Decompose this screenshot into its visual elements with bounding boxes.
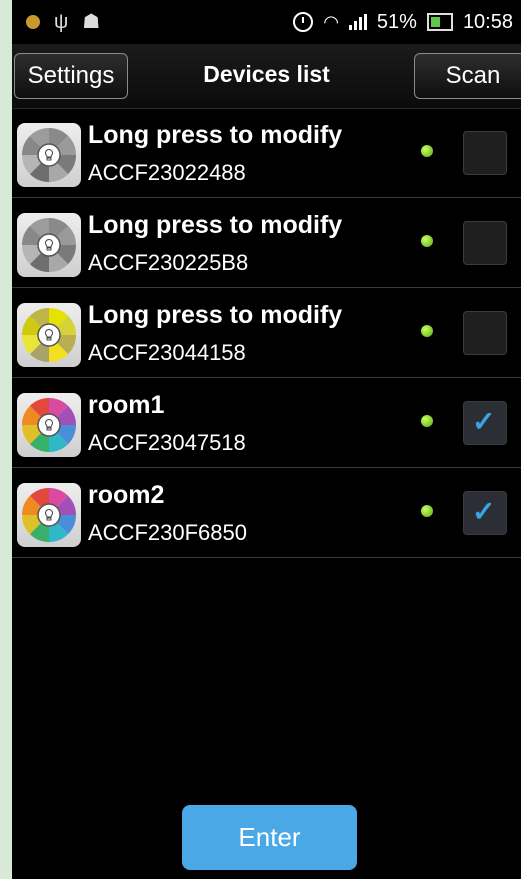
bulb-icon xyxy=(17,213,81,277)
device-row[interactable]: Long press to modify ACCF230225B8 ✓ xyxy=(12,198,521,288)
bulb-wheel xyxy=(22,128,76,182)
app-screen: ψ ☗ ◠ 51% 10:58 Settings Devices list Sc… xyxy=(12,0,521,879)
battery-icon xyxy=(426,13,453,31)
status-bar: ψ ☗ ◠ 51% 10:58 xyxy=(12,0,521,44)
signal-icon xyxy=(348,14,367,30)
checkmark-icon: ✓ xyxy=(472,406,496,437)
device-name: room2 xyxy=(88,481,165,509)
bulb-icon xyxy=(17,303,81,367)
device-mac: ACCF230225B8 xyxy=(88,250,249,275)
online-indicator xyxy=(421,415,433,427)
bulb-center xyxy=(37,503,61,527)
bulb-center xyxy=(37,143,61,167)
online-indicator xyxy=(421,325,433,337)
clock: 10:58 xyxy=(462,10,513,33)
online-indicator xyxy=(421,235,433,247)
device-mac: ACCF23044158 xyxy=(88,340,246,365)
device-name: Long press to modify xyxy=(88,211,343,239)
device-checkbox[interactable]: ✓ xyxy=(463,131,507,175)
status-bar-left: ψ ☗ xyxy=(26,10,100,34)
bulb-icon xyxy=(17,123,81,187)
device-name: room1 xyxy=(88,391,165,419)
usb-icon: ψ xyxy=(54,11,69,33)
device-mac: ACCF23047518 xyxy=(88,430,246,455)
bulb-center xyxy=(37,323,61,347)
battery-percent: 51% xyxy=(376,10,417,33)
bulb-wheel xyxy=(22,488,76,542)
device-row[interactable]: room1 ACCF23047518 ✓ xyxy=(12,378,521,468)
device-checkbox[interactable]: ✓ xyxy=(463,401,507,445)
notification-dot-icon xyxy=(26,15,40,29)
bulb-center xyxy=(37,233,61,257)
online-indicator xyxy=(421,505,433,517)
wifi-icon: ◠ xyxy=(323,11,339,32)
bulb-icon xyxy=(17,393,81,457)
device-frame: ψ ☗ ◠ 51% 10:58 Settings Devices list Sc… xyxy=(0,0,521,879)
device-mac: ACCF230F6850 xyxy=(88,520,247,545)
android-debug-icon: ☗ xyxy=(82,11,101,33)
title-bar: Settings Devices list Scan xyxy=(12,44,521,109)
bulb-wheel xyxy=(22,398,76,452)
device-name: Long press to modify xyxy=(88,121,343,149)
device-checkbox[interactable]: ✓ xyxy=(463,491,507,535)
online-indicator xyxy=(421,145,433,157)
bulb-wheel xyxy=(22,218,76,272)
device-name: Long press to modify xyxy=(88,301,343,329)
device-row[interactable]: Long press to modify ACCF23022488 ✓ xyxy=(12,108,521,198)
alarm-icon xyxy=(293,12,314,32)
device-checkbox[interactable]: ✓ xyxy=(463,221,507,265)
scan-button[interactable]: Scan xyxy=(414,53,521,99)
checkmark-icon: ✓ xyxy=(472,496,496,527)
device-mac: ACCF23022488 xyxy=(88,160,246,185)
enter-button[interactable]: Enter xyxy=(182,805,357,870)
device-row[interactable]: room2 ACCF230F6850 ✓ xyxy=(12,468,521,558)
bulb-icon xyxy=(17,483,81,547)
status-bar-right: ◠ 51% 10:58 xyxy=(293,8,513,36)
bulb-center xyxy=(37,413,61,437)
device-checkbox[interactable]: ✓ xyxy=(463,311,507,355)
bulb-wheel xyxy=(22,308,76,362)
device-row[interactable]: Long press to modify ACCF23044158 ✓ xyxy=(12,288,521,378)
